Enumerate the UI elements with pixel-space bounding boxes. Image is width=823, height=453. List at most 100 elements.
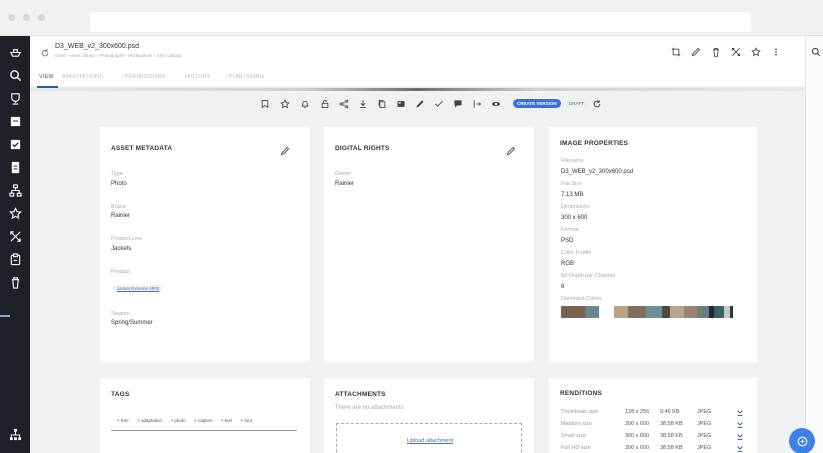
- file-title: D3_WEB_v2_300x600.psd: [55, 43, 140, 50]
- trash-icon[interactable]: [0, 272, 30, 292]
- tag-item[interactable]: × tree: [117, 418, 129, 423]
- color-swatch: [662, 306, 670, 318]
- renditions-card: RENDITIONS Thumbnail size 128 x 256 9.46…: [549, 378, 757, 453]
- asset-tabs: VIEW ANNOTATIONS PERMISSIONS HISTORY PUB…: [30, 68, 805, 88]
- color-swatch: [628, 306, 646, 318]
- dimensions-label: Dimensions: [561, 204, 590, 210]
- image-icon[interactable]: [395, 98, 406, 109]
- app-main: D3_WEB_v2_300x600.psd DAM › Asset Librar…: [30, 36, 805, 453]
- tab-annotations[interactable]: ANNOTATIONS: [62, 74, 103, 80]
- bit-depth-label: Bit Depth per Channel: [561, 273, 616, 279]
- checkbox-icon[interactable]: [0, 134, 30, 154]
- tag-item[interactable]: × caption: [194, 418, 212, 423]
- window-minimize-dot[interactable]: [23, 14, 30, 21]
- image-properties-card: IMAGE PROPERTIES Filename D3_WEB_v2_300x…: [549, 127, 757, 362]
- pencil-icon[interactable]: [690, 46, 701, 57]
- download-icon[interactable]: [357, 98, 368, 109]
- rail-scroll-indicator: [0, 315, 10, 317]
- filename-value: D3_WEB_v2_300x600.psd: [561, 169, 634, 175]
- move-icon[interactable]: [471, 98, 482, 109]
- logo-icon[interactable]: [0, 42, 30, 62]
- type-value: Photo: [111, 181, 127, 187]
- comment-icon[interactable]: [452, 98, 463, 109]
- filesize-value: 7.13 MB: [561, 192, 584, 198]
- renditions-title: RENDITIONS: [560, 390, 603, 397]
- window-maximize-dot[interactable]: [38, 14, 45, 21]
- no-attachments-text: There are no attachments: [335, 405, 404, 411]
- tag-input-line[interactable]: [111, 430, 297, 431]
- delete-icon[interactable]: [710, 46, 721, 57]
- download-icon[interactable]: [736, 445, 744, 453]
- copy-icon[interactable]: [376, 98, 387, 109]
- star-icon[interactable]: [0, 203, 30, 223]
- dominant-colors-swatches: [561, 306, 747, 318]
- tab-history[interactable]: HISTORY: [185, 74, 211, 80]
- document-icon[interactable]: [0, 157, 30, 177]
- download-icon[interactable]: [736, 409, 744, 418]
- tab-permissions[interactable]: PERMISSIONS: [125, 74, 165, 80]
- edit-pen-icon[interactable]: [414, 98, 425, 109]
- refresh-icon[interactable]: [40, 45, 50, 57]
- share-icon[interactable]: [338, 98, 349, 109]
- trophy-icon[interactable]: [0, 88, 30, 108]
- color-swatch: [646, 306, 662, 318]
- right-search-icon[interactable]: [810, 46, 821, 57]
- hierarchy-icon[interactable]: [0, 180, 30, 200]
- rendition-row: Small size 300 x 600 38.58 KB JPEG: [561, 433, 761, 445]
- check-icon[interactable]: [433, 98, 444, 109]
- attachments-card: ATTACHMENTS There are no attachments Upl…: [324, 378, 534, 453]
- favorite-star-icon[interactable]: [750, 46, 761, 57]
- product-label: Product: [111, 269, 130, 275]
- more-options-icon[interactable]: [770, 46, 781, 57]
- dominant-colors-label: Dominant Colors: [561, 296, 602, 302]
- product-link[interactable]: Jacket Extreme 4000: [114, 285, 163, 292]
- edit-rights-icon[interactable]: [506, 143, 516, 156]
- color-swatch: [730, 306, 733, 318]
- download-icon[interactable]: [736, 433, 744, 442]
- upload-attachment-link[interactable]: Upload attachment: [337, 438, 523, 444]
- address-bar[interactable]: [90, 12, 751, 32]
- tag-list: × tree × adaptation × photo × caption × …: [117, 409, 256, 427]
- tools-icon[interactable]: [730, 46, 741, 57]
- window-close-dot[interactable]: [8, 14, 15, 21]
- tag-item[interactable]: × adaptation: [137, 418, 162, 423]
- dimensions-value: 300 x 600: [561, 215, 588, 221]
- tab-publishing[interactable]: PUBLISHING: [229, 74, 264, 80]
- tag-item[interactable]: × photo: [170, 418, 185, 423]
- rendition-row: Medium size 300 x 600 38.58 KB JPEG: [561, 421, 761, 433]
- product-line-label: Product Line: [111, 236, 142, 242]
- rendition-row: Thumbnail size 128 x 256 9.46 KB JPEG: [561, 409, 761, 421]
- right-side-strip: [805, 36, 823, 453]
- brand-value: Rainier: [111, 213, 131, 219]
- left-nav-rail: [0, 36, 30, 453]
- lock-icon[interactable]: [319, 98, 330, 109]
- calendar-icon[interactable]: [0, 111, 30, 131]
- download-icon[interactable]: [736, 421, 744, 430]
- digital-rights-title: DIGITAL RIGHTS: [335, 145, 390, 152]
- crop-icon[interactable]: [670, 46, 681, 57]
- add-fab-button[interactable]: [789, 428, 815, 453]
- tab-view[interactable]: VIEW: [39, 74, 54, 80]
- tools-icon[interactable]: [0, 226, 30, 246]
- bit-depth-value: 8: [561, 284, 565, 290]
- search-icon[interactable]: [0, 65, 30, 85]
- upload-dropzone[interactable]: Upload attachment: [336, 423, 522, 453]
- star-icon[interactable]: [279, 98, 290, 109]
- edit-metadata-icon[interactable]: [280, 143, 290, 156]
- create-version-button[interactable]: CREATE VERSION: [513, 99, 561, 108]
- draft-badge: DRAFT: [566, 99, 587, 108]
- color-swatch: [561, 306, 585, 318]
- bell-icon[interactable]: [299, 98, 310, 109]
- breadcrumb[interactable]: DAM › Asset Library › Photographer Works…: [55, 53, 181, 58]
- refresh-icon[interactable]: [591, 98, 602, 109]
- rendition-row: Full HD size 300 x 600 38.58 KB JPEG: [561, 445, 761, 453]
- org-chart-icon[interactable]: [0, 424, 30, 444]
- format-label: Format: [561, 227, 579, 233]
- tag-item[interactable]: × font: [241, 418, 252, 423]
- bookmark-icon[interactable]: [259, 98, 270, 109]
- tag-item[interactable]: × text: [221, 418, 232, 423]
- asset-metadata-card: ASSET METADATA Type Photo Brand Rainier …: [100, 127, 310, 362]
- clipboard-icon[interactable]: [0, 249, 30, 269]
- eye-icon[interactable]: [490, 98, 501, 109]
- color-swatch: [714, 306, 724, 318]
